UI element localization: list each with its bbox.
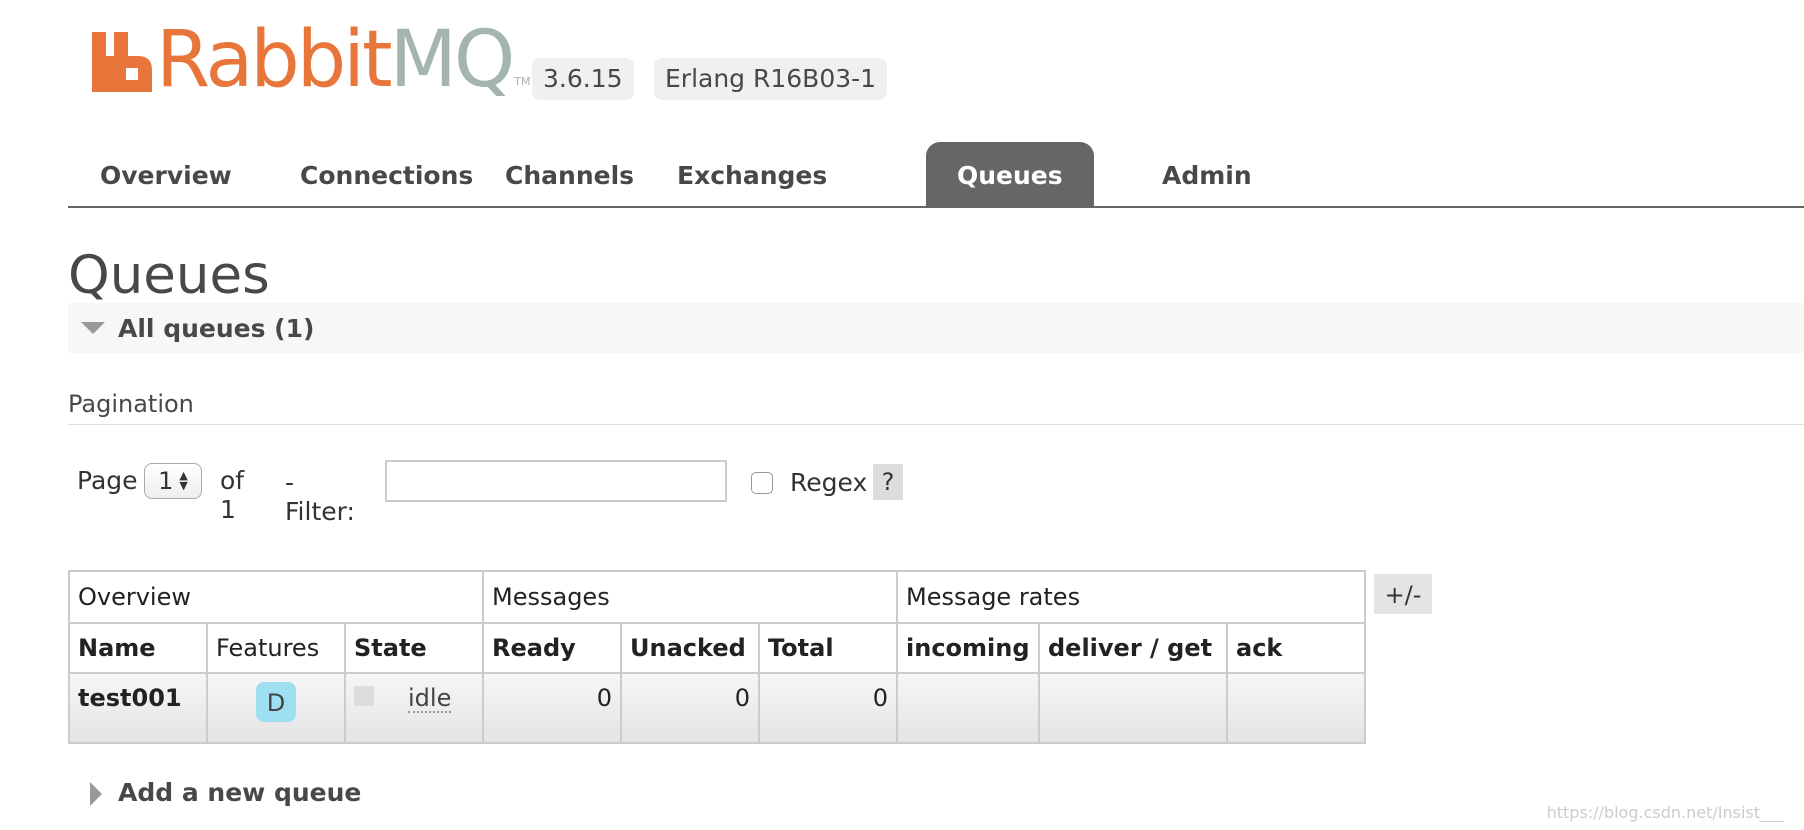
ready-value: 0 xyxy=(482,672,622,744)
all-queues-section-toggle[interactable]: All queues (1) xyxy=(68,303,1804,353)
queues-table: Overview Messages Message rates Name Fea… xyxy=(68,570,1366,744)
page-of-label: of 1 xyxy=(220,466,245,524)
total-value: 0 xyxy=(758,672,898,744)
page-title: Queues xyxy=(68,245,270,306)
col-deliver-get[interactable]: deliver / get xyxy=(1038,622,1228,674)
erlang-version-badge: Erlang R16B03-1 xyxy=(654,58,888,100)
regex-checkbox[interactable] xyxy=(751,472,773,494)
pagination-title: Pagination xyxy=(68,390,194,418)
all-queues-label: All queues (1) xyxy=(118,314,315,343)
col-state[interactable]: State xyxy=(344,622,484,674)
group-messages: Messages xyxy=(482,570,898,624)
filter-label: - Filter: xyxy=(285,468,355,526)
table-row[interactable]: test001 D idle 0 0 0 xyxy=(68,672,1366,744)
main-nav: Overview Connections Channels Exchanges … xyxy=(68,142,1804,208)
regex-help-button[interactable]: ? xyxy=(873,464,903,500)
col-features: Features xyxy=(206,622,346,674)
expand-triangle-icon xyxy=(90,782,102,806)
tab-exchanges[interactable]: Exchanges xyxy=(645,142,859,206)
durable-feature-badge: D xyxy=(256,682,296,722)
tab-channels[interactable]: Channels xyxy=(473,142,666,206)
rabbitmq-logo[interactable]: RabbitMQ TM xyxy=(92,20,530,100)
add-queue-label: Add a new queue xyxy=(118,778,362,807)
watermark: https://blog.csdn.net/Insist___ xyxy=(1546,803,1784,822)
unacked-value: 0 xyxy=(620,672,760,744)
select-arrows-icon: ▲ ▼ xyxy=(179,469,188,492)
table-group-header-row: Overview Messages Message rates xyxy=(68,570,1366,624)
col-unacked[interactable]: Unacked xyxy=(620,622,760,674)
page-select[interactable]: 1 ▲ ▼ xyxy=(144,463,202,499)
incoming-value xyxy=(896,672,1040,744)
page-label: Page xyxy=(77,466,138,495)
tab-connections[interactable]: Connections xyxy=(268,142,505,206)
page-select-value: 1 xyxy=(158,467,174,495)
tab-queues[interactable]: Queues xyxy=(926,142,1094,206)
group-overview: Overview xyxy=(68,570,484,624)
deliver-get-value xyxy=(1038,672,1228,744)
state-indicator-icon xyxy=(354,686,374,706)
col-ack[interactable]: ack xyxy=(1226,622,1366,674)
col-incoming[interactable]: incoming xyxy=(896,622,1040,674)
toggle-columns-button[interactable]: +/- xyxy=(1374,574,1432,614)
col-ready[interactable]: Ready xyxy=(482,622,622,674)
table-column-header-row: Name Features State Ready Unacked Total … xyxy=(68,622,1366,674)
collapse-triangle-icon xyxy=(81,322,105,334)
pagination-divider xyxy=(68,424,1804,425)
rabbitmq-logo-text: RabbitMQ xyxy=(156,15,515,105)
version-badge: 3.6.15 xyxy=(532,58,634,100)
col-name[interactable]: Name xyxy=(68,622,208,674)
logo-trademark: TM xyxy=(514,75,531,88)
regex-label: Regex xyxy=(790,468,868,497)
state-cell: idle xyxy=(344,672,484,744)
group-message-rates: Message rates xyxy=(896,570,1366,624)
features-cell: D xyxy=(206,672,346,744)
rabbitmq-logo-icon xyxy=(92,32,152,92)
ack-value xyxy=(1226,672,1366,744)
queue-name-link[interactable]: test001 xyxy=(68,672,208,744)
tab-admin[interactable]: Admin xyxy=(1130,142,1284,206)
state-value: idle xyxy=(408,684,452,713)
filter-input[interactable] xyxy=(385,460,727,502)
col-total[interactable]: Total xyxy=(758,622,898,674)
tab-overview[interactable]: Overview xyxy=(68,142,264,206)
